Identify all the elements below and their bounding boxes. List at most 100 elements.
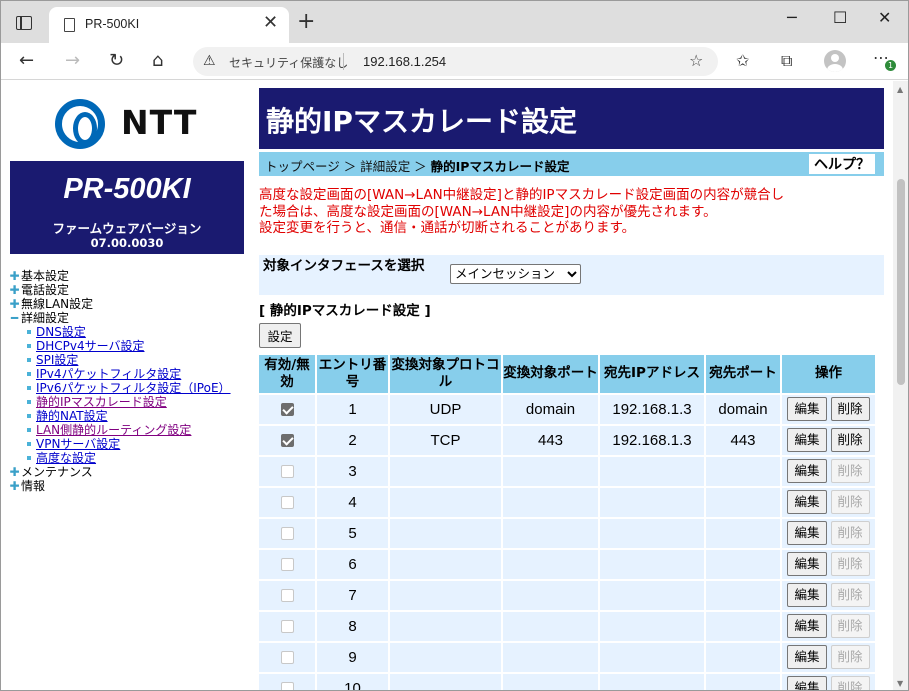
- sidebar-section[interactable]: ✚電話設定: [8, 283, 253, 297]
- delete-button[interactable]: 削除: [830, 552, 870, 576]
- breadcrumb-path[interactable]: トップページ ＞ 詳細設定 ＞ 静的IPマスカレード設定: [265, 156, 569, 175]
- scroll-up-icon[interactable]: ▲: [897, 85, 903, 94]
- sidebar-link[interactable]: 高度な設定: [8, 451, 253, 465]
- sidebar-section-label[interactable]: 電話設定: [21, 283, 69, 297]
- enabled-cell: [259, 611, 315, 641]
- delete-button[interactable]: 削除: [830, 459, 870, 483]
- sidebar-section-label[interactable]: 情報: [21, 479, 45, 493]
- sidebar-link-label[interactable]: 静的NAT設定: [36, 409, 108, 423]
- collapse-icon[interactable]: ━: [8, 311, 21, 325]
- tab-actions-icon[interactable]: [16, 16, 32, 30]
- edit-button[interactable]: 編集: [787, 676, 827, 690]
- sidebar-section-label[interactable]: 無線LAN設定: [21, 297, 93, 311]
- table-row: 5 編集 削除: [259, 518, 875, 548]
- delete-button[interactable]: 削除: [830, 676, 870, 690]
- edit-button[interactable]: 編集: [787, 397, 827, 421]
- sidebar-link[interactable]: IPv4パケットフィルタ設定: [8, 367, 253, 381]
- edit-button[interactable]: 編集: [787, 614, 827, 638]
- edit-button[interactable]: 編集: [787, 645, 827, 669]
- delete-button[interactable]: 削除: [830, 645, 870, 669]
- enabled-checkbox[interactable]: [280, 651, 294, 665]
- enabled-checkbox[interactable]: [280, 527, 294, 541]
- sidebar-link-label[interactable]: 高度な設定: [36, 451, 96, 465]
- sidebar-link[interactable]: IPv6パケットフィルタ設定（IPoE）: [8, 381, 253, 395]
- collections-icon[interactable]: ⧉: [781, 52, 792, 70]
- scroll-down-icon[interactable]: ▼: [897, 679, 903, 688]
- breadcrumb: トップページ ＞ 詳細設定 ＞ 静的IPマスカレード設定 ヘルプ？: [259, 152, 884, 176]
- sidebar-link-label[interactable]: SPI設定: [36, 353, 78, 367]
- back-icon[interactable]: ←: [19, 50, 34, 72]
- edit-button[interactable]: 編集: [787, 521, 827, 545]
- edit-button[interactable]: 編集: [787, 459, 827, 483]
- delete-button[interactable]: 削除: [830, 428, 870, 452]
- enabled-checkbox[interactable]: [280, 403, 294, 417]
- delete-button[interactable]: 削除: [830, 583, 870, 607]
- expand-icon[interactable]: ✚: [8, 479, 21, 493]
- close-window-icon[interactable]: ✕: [878, 9, 891, 27]
- minimize-icon[interactable]: ─: [787, 9, 797, 27]
- enabled-checkbox[interactable]: [280, 682, 294, 690]
- edit-button[interactable]: 編集: [787, 490, 827, 514]
- sidebar-link[interactable]: 静的IPマスカレード設定: [8, 395, 253, 409]
- sidebar-link-label[interactable]: IPv4パケットフィルタ設定: [36, 367, 181, 381]
- maximize-icon[interactable]: ☐: [833, 9, 847, 27]
- forward-icon[interactable]: →: [65, 50, 80, 72]
- url-text[interactable]: 192.168.1.254: [363, 54, 446, 69]
- sidebar-section[interactable]: ━ 詳細設定: [8, 311, 253, 325]
- sidebar-link[interactable]: DHCPv4サーバ設定: [8, 339, 253, 353]
- sidebar-section[interactable]: ✚基本設定: [8, 269, 253, 283]
- help-link[interactable]: ヘルプ？: [809, 154, 875, 174]
- sidebar-section-label[interactable]: 基本設定: [21, 269, 69, 283]
- sidebar-link[interactable]: VPNサーバ設定: [8, 437, 253, 451]
- edit-button[interactable]: 編集: [787, 552, 827, 576]
- close-tab-icon[interactable]: ✕: [263, 13, 278, 33]
- sidebar-section-label[interactable]: 詳細設定: [21, 311, 69, 325]
- breadcrumb-prefix[interactable]: トップページ ＞ 詳細設定 ＞: [265, 159, 431, 174]
- new-tab-icon[interactable]: +: [297, 10, 315, 34]
- expand-icon[interactable]: ✚: [8, 283, 21, 297]
- sidebar-link-label[interactable]: DNS設定: [36, 325, 86, 339]
- browser-tab[interactable]: PR-500KI ✕: [49, 7, 289, 43]
- sidebar-section-label[interactable]: メンテナンス: [21, 465, 93, 479]
- sidebar-link[interactable]: DNS設定: [8, 325, 253, 339]
- sidebar-link-label[interactable]: 静的IPマスカレード設定: [36, 395, 167, 409]
- enabled-checkbox[interactable]: [280, 620, 294, 634]
- home-icon[interactable]: ⌂: [152, 50, 163, 72]
- enabled-checkbox[interactable]: [280, 496, 294, 510]
- address-bar[interactable]: ⚠ セキュリティ保護なし 192.168.1.254 ☆: [193, 47, 718, 76]
- column-header: 変換対象ポート: [503, 354, 598, 393]
- expand-icon[interactable]: ✚: [8, 465, 21, 479]
- scroll-thumb[interactable]: [897, 179, 905, 385]
- delete-button[interactable]: 削除: [830, 521, 870, 545]
- reload-icon[interactable]: ↻: [109, 50, 124, 72]
- sidebar-link[interactable]: SPI設定: [8, 353, 253, 367]
- profile-avatar[interactable]: [824, 50, 846, 72]
- sidebar-link-label[interactable]: VPNサーバ設定: [36, 437, 120, 451]
- enabled-checkbox[interactable]: [280, 434, 294, 448]
- delete-button[interactable]: 削除: [830, 614, 870, 638]
- set-button[interactable]: 設定: [259, 322, 301, 348]
- sidebar-link-label[interactable]: IPv6パケットフィルタ設定（IPoE）: [36, 381, 231, 395]
- edit-button[interactable]: 編集: [787, 428, 827, 452]
- add-favorite-icon[interactable]: ☆: [689, 51, 703, 70]
- sidebar-link[interactable]: 静的NAT設定: [8, 409, 253, 423]
- vertical-scrollbar[interactable]: ▲ ▼: [893, 81, 908, 690]
- enabled-checkbox[interactable]: [280, 558, 294, 572]
- sidebar-section[interactable]: ✚無線LAN設定: [8, 297, 253, 311]
- delete-button[interactable]: 削除: [830, 490, 870, 514]
- sidebar-section[interactable]: ✚情報: [8, 479, 253, 493]
- sidebar-link-label[interactable]: DHCPv4サーバ設定: [36, 339, 145, 353]
- security-label[interactable]: セキュリティ保護なし: [229, 54, 348, 71]
- sidebar-section[interactable]: ✚メンテナンス: [8, 465, 253, 479]
- warning-icon[interactable]: ⚠: [203, 53, 216, 69]
- expand-icon[interactable]: ✚: [8, 297, 21, 311]
- enabled-checkbox[interactable]: [280, 589, 294, 603]
- delete-button[interactable]: 削除: [830, 397, 870, 421]
- edit-button[interactable]: 編集: [787, 583, 827, 607]
- favorites-icon[interactable]: ✩: [736, 52, 749, 70]
- expand-icon[interactable]: ✚: [8, 269, 21, 283]
- interface-select[interactable]: メインセッション: [450, 263, 581, 284]
- sidebar-link-label[interactable]: LAN側静的ルーティング設定: [36, 423, 191, 437]
- sidebar-link[interactable]: LAN側静的ルーティング設定: [8, 423, 253, 437]
- enabled-checkbox[interactable]: [280, 465, 294, 479]
